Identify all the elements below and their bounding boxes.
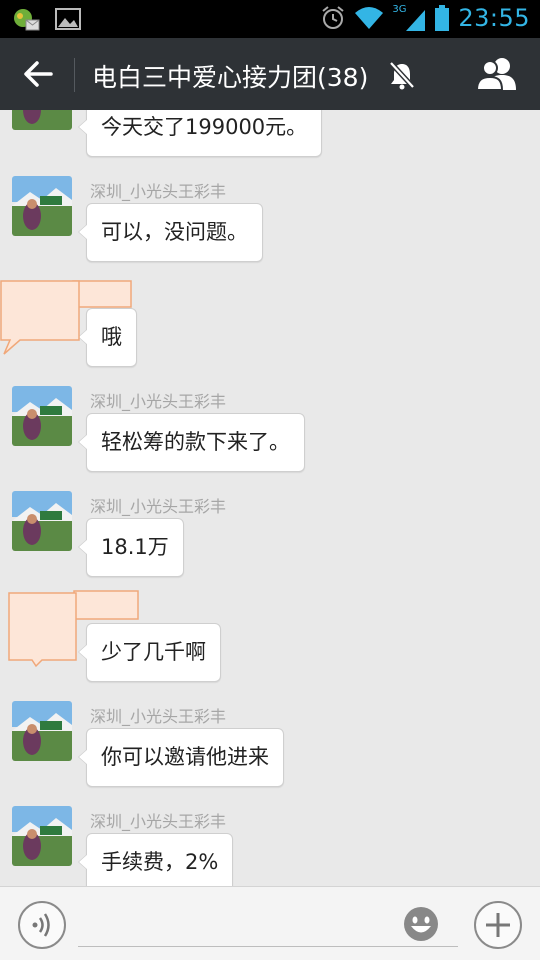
- clock-time: 23:55: [458, 4, 530, 32]
- message-input[interactable]: [78, 901, 458, 947]
- message-list[interactable]: 今天交了199000元。 深圳_小光头王彩丰 可以，没问题。 哦 深圳_小光头王…: [0, 110, 540, 886]
- sender-name: 深圳_小光头王彩丰: [90, 707, 227, 726]
- message-bubble[interactable]: 你可以邀请他进来: [78, 728, 284, 787]
- image-icon: [55, 8, 81, 30]
- voice-button[interactable]: [18, 901, 66, 949]
- status-bar: 3G 23:55: [0, 0, 540, 38]
- sender-name: 深圳_小光头王彩丰: [90, 182, 227, 201]
- avatar[interactable]: [12, 110, 72, 130]
- emoji-button[interactable]: [402, 905, 440, 943]
- message-bubble[interactable]: 手续费，2%: [77, 833, 234, 886]
- message-bubble[interactable]: 可以，没问题。: [78, 203, 263, 262]
- sender-name: 深圳_小光头王彩丰: [90, 392, 227, 411]
- smiley-icon: [404, 907, 438, 941]
- battery-icon: [435, 5, 450, 31]
- input-bar: [0, 886, 540, 960]
- sender-name: 深圳_小光头王彩丰: [90, 497, 227, 516]
- app-notification-icon: [14, 9, 40, 31]
- plus-icon: [486, 913, 510, 937]
- avatar[interactable]: [12, 701, 72, 761]
- arrow-left-icon: [24, 61, 53, 87]
- people-icon: [475, 58, 516, 91]
- back-button[interactable]: [14, 50, 62, 98]
- avatar[interactable]: [12, 491, 72, 551]
- message-bubble[interactable]: 今天交了199000元。: [77, 110, 323, 157]
- avatar[interactable]: [12, 806, 72, 866]
- signal-icon: 3G: [392, 4, 426, 32]
- message-bubble[interactable]: 轻松筹的款下来了。: [78, 413, 305, 472]
- wifi-icon: [355, 7, 384, 29]
- bell-off-icon: [389, 61, 415, 90]
- more-button[interactable]: [474, 901, 522, 949]
- sender-name: 深圳_小光头王彩丰: [90, 812, 227, 831]
- alarm-icon: [322, 6, 344, 29]
- chat-header: 电白三中爱心接力团(38): [0, 38, 540, 110]
- avatar[interactable]: [12, 386, 72, 446]
- message-bubble[interactable]: 18.1万: [78, 518, 184, 577]
- members-button[interactable]: [474, 52, 520, 96]
- annotation-overlay: [8, 590, 139, 668]
- voice-icon: [32, 913, 50, 937]
- annotation-overlay: [0, 280, 132, 355]
- header-divider: [74, 58, 75, 92]
- avatar[interactable]: [12, 176, 72, 236]
- chat-title: 电白三中爱心接力团(38): [92, 63, 369, 92]
